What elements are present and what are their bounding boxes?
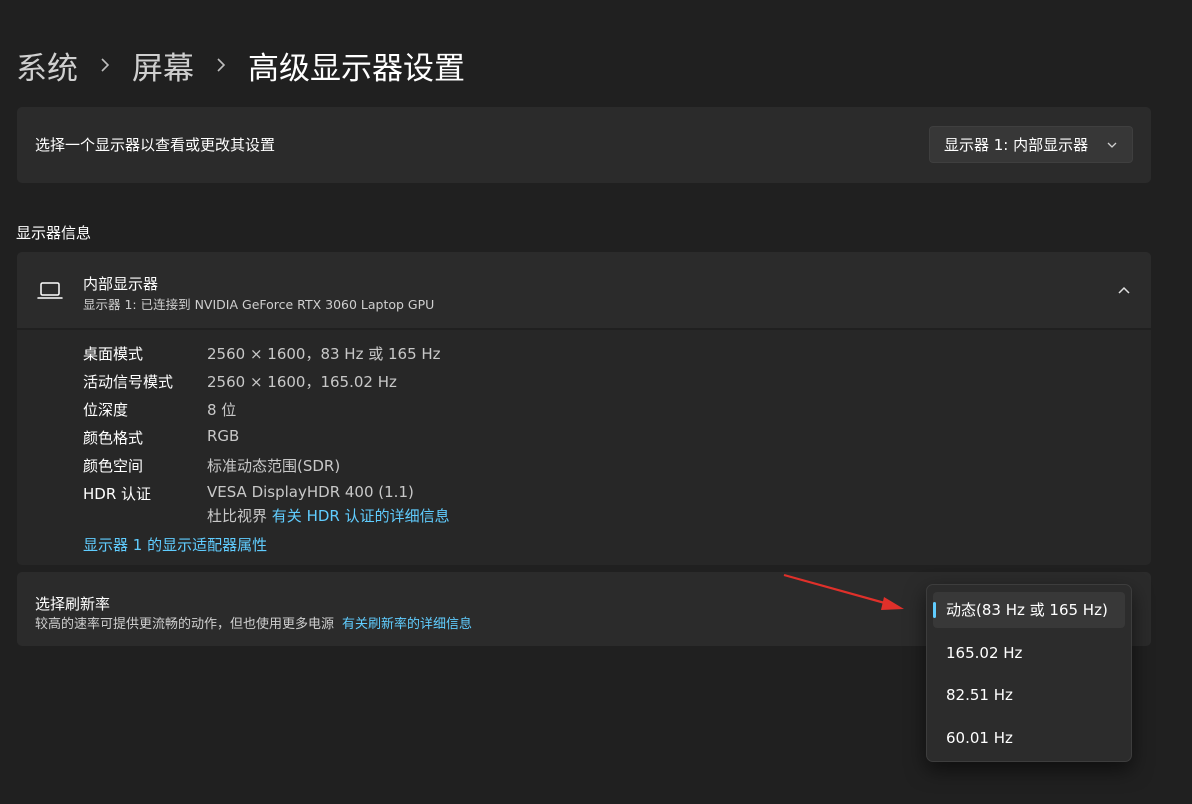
refresh-option-82[interactable]: 82.51 Hz (933, 677, 1125, 713)
display-info-subtitle: 显示器 1: 已连接到 NVIDIA GeForce RTX 3060 Lapt… (83, 297, 435, 312)
page-title: 高级显示器设置 (248, 50, 465, 87)
refresh-rate-desc-text: 较高的速率可提供更流畅的动作，但也使用更多电源 (35, 617, 335, 632)
display-info-details: 桌面模式 2560 × 1600，83 Hz 或 165 Hz 活动信号模式 2… (17, 330, 1151, 565)
refresh-option-label: 82.51 Hz (946, 686, 1013, 704)
display-info-expander-header[interactable]: 内部显示器 显示器 1: 已连接到 NVIDIA GeForce RTX 306… (17, 252, 1151, 328)
chevron-up-icon[interactable] (1117, 284, 1131, 296)
info-value: VESA DisplayHDR 400 (1.1) (207, 483, 414, 501)
info-value: 8 位 (207, 401, 237, 419)
display-select-card: 选择一个显示器以查看或更改其设置 显示器 1: 内部显示器 (17, 107, 1151, 183)
dolby-vision-line: 杜比视界 有关 HDR 认证的详细信息 (207, 505, 450, 526)
breadcrumb-system[interactable]: 系统 (16, 43, 78, 88)
chevron-down-icon (1107, 142, 1117, 148)
refresh-option-label: 60.01 Hz (946, 729, 1013, 747)
display-select-dropdown[interactable]: 显示器 1: 内部显示器 (929, 126, 1133, 163)
info-key: HDR 认证 (83, 485, 152, 503)
refresh-rate-description: 较高的速率可提供更流畅的动作，但也使用更多电源 有关刷新率的详细信息 (35, 613, 472, 632)
info-value: 2560 × 1600，165.02 Hz (207, 373, 397, 391)
annotation-arrow (783, 573, 904, 610)
breadcrumb-display[interactable]: 屏幕 (132, 43, 194, 88)
refresh-rate-details-link[interactable]: 有关刷新率的详细信息 (342, 617, 472, 632)
selection-indicator (933, 602, 936, 618)
refresh-option-label: 165.02 Hz (946, 644, 1023, 662)
chevron-right-icon (216, 57, 226, 73)
info-key: 活动信号模式 (83, 373, 174, 391)
section-title-display-info: 显示器信息 (16, 224, 92, 242)
refresh-option-label: 动态(83 Hz 或 165 Hz) (946, 601, 1108, 619)
refresh-option-dynamic[interactable]: 动态(83 Hz 或 165 Hz) (933, 592, 1125, 628)
laptop-icon (37, 282, 63, 299)
info-value: 2560 × 1600，83 Hz 或 165 Hz (207, 345, 441, 363)
display-select-label: 选择一个显示器以查看或更改其设置 (35, 136, 276, 154)
info-key: 颜色格式 (83, 429, 144, 447)
chevron-right-icon (100, 57, 110, 73)
dolby-vision-label: 杜比视界 (207, 507, 268, 525)
display-select-value: 显示器 1: 内部显示器 (944, 136, 1089, 154)
refresh-rate-title: 选择刷新率 (35, 595, 111, 613)
refresh-option-60[interactable]: 60.01 Hz (933, 720, 1125, 756)
breadcrumb: 系统 屏幕 高级显示器设置 (16, 40, 465, 90)
advanced-display-settings-page: 系统 屏幕 高级显示器设置 选择一个显示器以查看或更改其设置 显示器 1: 内部… (0, 0, 1192, 804)
refresh-rate-flyout-menu: 动态(83 Hz 或 165 Hz) 165.02 Hz 82.51 Hz 60… (926, 584, 1132, 762)
info-key: 位深度 (83, 401, 129, 419)
info-value: RGB (207, 427, 240, 445)
info-key: 桌面模式 (83, 345, 144, 363)
refresh-option-165[interactable]: 165.02 Hz (933, 635, 1125, 671)
display-adapter-properties-link[interactable]: 显示器 1 的显示适配器属性 (83, 534, 267, 555)
info-value: 标准动态范围(SDR) (207, 457, 341, 475)
hdr-details-link[interactable]: 有关 HDR 认证的详细信息 (272, 507, 450, 525)
info-key: 颜色空间 (83, 457, 144, 475)
display-info-title: 内部显示器 (83, 275, 159, 293)
